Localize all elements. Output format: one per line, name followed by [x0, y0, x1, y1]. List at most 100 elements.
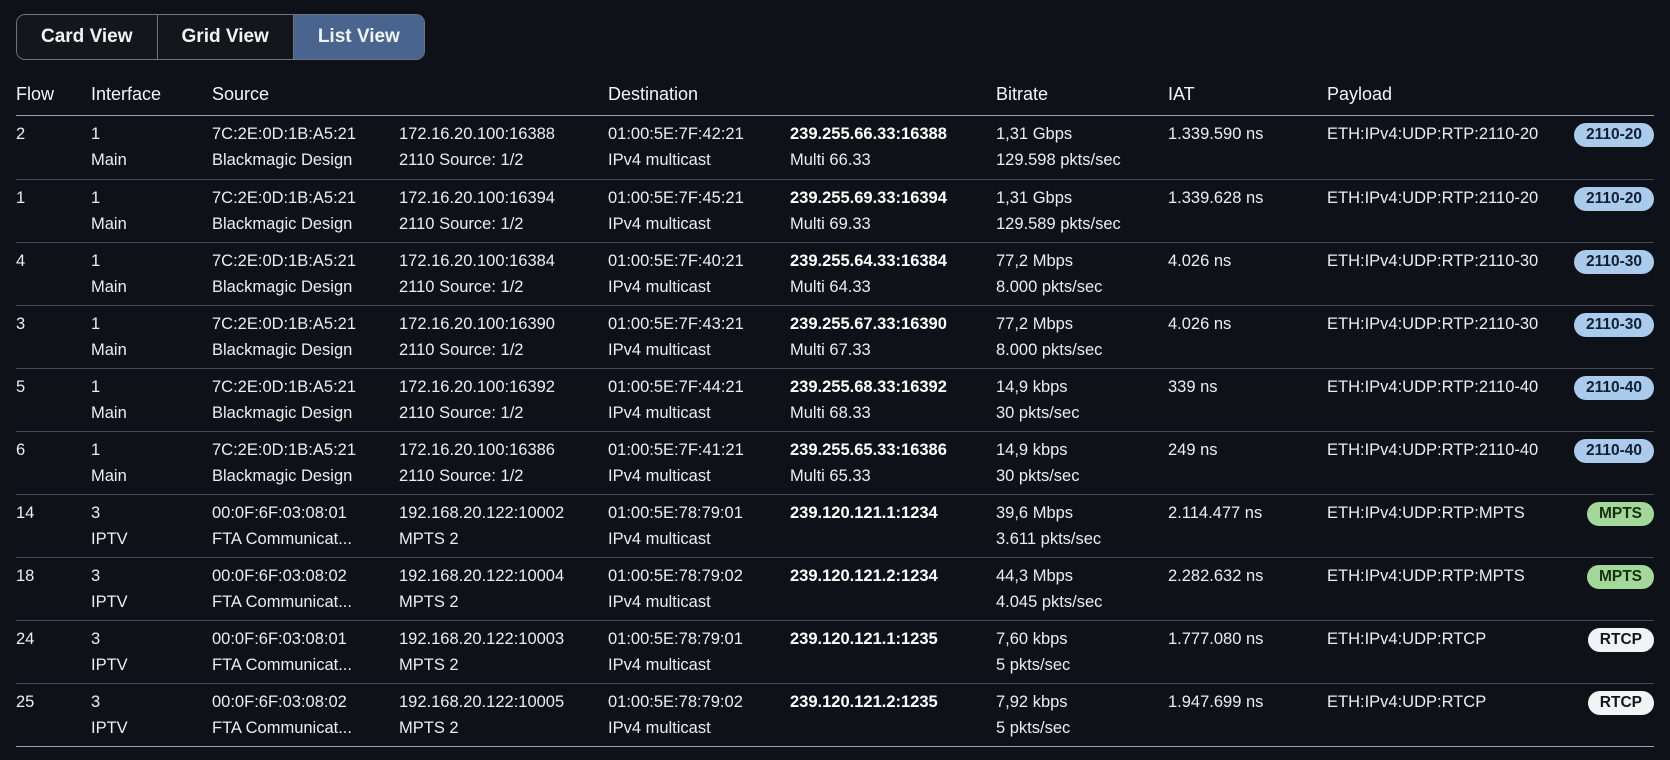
- column-header-payload: Payload: [1327, 84, 1570, 105]
- tab-card-view[interactable]: Card View: [17, 15, 157, 59]
- flow-row[interactable]: 14 3 IPTV 00:0F:6F:03:08:01 FTA Communic…: [16, 494, 1654, 557]
- cell-source-ip: 192.168.20.122:10003 MPTS 2: [399, 626, 608, 679]
- column-header-flow: Flow: [16, 84, 91, 105]
- cell-source-ip: 192.168.20.122:10004 MPTS 2: [399, 563, 608, 616]
- cell-source-ip: 172.16.20.100:16390 2110 Source: 1/2: [399, 311, 608, 364]
- cell-destination-ip: 239.255.66.33:16388 Multi 66.33: [790, 121, 996, 175]
- column-header-bitrate: Bitrate: [996, 84, 1168, 105]
- cell-interface: 1 Main: [91, 185, 212, 238]
- flow-row[interactable]: 25 3 IPTV 00:0F:6F:03:08:02 FTA Communic…: [16, 683, 1654, 746]
- cell-iat: 4.026 ns: [1168, 248, 1327, 301]
- cell-destination-mac: 01:00:5E:7F:41:21 IPv4 multicast: [608, 437, 790, 490]
- cell-payload: ETH:IPv4:UDP:RTP:2110-30: [1327, 311, 1570, 364]
- cell-source-ip: 172.16.20.100:16384 2110 Source: 1/2: [399, 248, 608, 301]
- cell-destination-mac: 01:00:5E:7F:44:21 IPv4 multicast: [608, 374, 790, 427]
- cell-destination-mac: 01:00:5E:78:79:02 IPv4 multicast: [608, 689, 790, 742]
- view-switcher: Card View Grid View List View: [16, 14, 425, 60]
- tab-list-view[interactable]: List View: [293, 15, 424, 59]
- cell-payload-badge: MPTS: [1570, 563, 1654, 616]
- cell-iat: 249 ns: [1168, 437, 1327, 490]
- cell-payload: ETH:IPv4:UDP:RTP:2110-30: [1327, 248, 1570, 301]
- cell-source-ip: 192.168.20.122:10005 MPTS 2: [399, 689, 608, 742]
- table-header-row: Flow Interface Source Destination Bitrat…: [16, 60, 1654, 116]
- payload-type-badge: 2110-40: [1574, 439, 1654, 463]
- cell-destination-ip: 239.255.65.33:16386 Multi 65.33: [790, 437, 996, 490]
- cell-flow-id: 24: [16, 626, 91, 679]
- cell-iat: 1.339.590 ns: [1168, 121, 1327, 175]
- cell-bitrate: 39,6 Mbps 3.611 pkts/sec: [996, 500, 1168, 553]
- cell-payload-badge: MPTS: [1570, 500, 1654, 553]
- payload-type-badge: 2110-20: [1574, 123, 1654, 147]
- flow-row[interactable]: 6 1 Main 7C:2E:0D:1B:A5:21 Blackmagic De…: [16, 431, 1654, 494]
- cell-payload: ETH:IPv4:UDP:RTCP: [1327, 626, 1570, 679]
- flow-row[interactable]: 4 1 Main 7C:2E:0D:1B:A5:21 Blackmagic De…: [16, 242, 1654, 305]
- flow-row[interactable]: 24 3 IPTV 00:0F:6F:03:08:01 FTA Communic…: [16, 620, 1654, 683]
- cell-flow-id: 3: [16, 311, 91, 364]
- cell-flow-id: 5: [16, 374, 91, 427]
- cell-payload-badge: RTCP: [1570, 626, 1654, 679]
- cell-source-ip: 172.16.20.100:16392 2110 Source: 1/2: [399, 374, 608, 427]
- cell-source-mac: 00:0F:6F:03:08:02 FTA Communicat...: [212, 563, 399, 616]
- cell-source-mac: 00:0F:6F:03:08:02 FTA Communicat...: [212, 689, 399, 742]
- tab-grid-view[interactable]: Grid View: [157, 15, 293, 59]
- cell-flow-id: 4: [16, 248, 91, 301]
- cell-destination-mac: 01:00:5E:78:79:01 IPv4 multicast: [608, 500, 790, 553]
- cell-iat: 1.947.699 ns: [1168, 689, 1327, 742]
- cell-interface: 1 Main: [91, 311, 212, 364]
- cell-interface: 3 IPTV: [91, 563, 212, 616]
- flow-row[interactable]: 5 1 Main 7C:2E:0D:1B:A5:21 Blackmagic De…: [16, 368, 1654, 431]
- cell-iat: 1.777.080 ns: [1168, 626, 1327, 679]
- flow-row[interactable]: 1 1 Main 7C:2E:0D:1B:A5:21 Blackmagic De…: [16, 179, 1654, 242]
- cell-source-mac: 7C:2E:0D:1B:A5:21 Blackmagic Design: [212, 121, 399, 175]
- payload-type-badge: MPTS: [1587, 565, 1654, 589]
- cell-interface: 3 IPTV: [91, 626, 212, 679]
- cell-payload-badge: 2110-20: [1570, 185, 1654, 238]
- cell-flow-id: 6: [16, 437, 91, 490]
- cell-source-mac: 7C:2E:0D:1B:A5:21 Blackmagic Design: [212, 374, 399, 427]
- cell-flow-id: 1: [16, 185, 91, 238]
- cell-source-ip: 172.16.20.100:16394 2110 Source: 1/2: [399, 185, 608, 238]
- cell-payload-badge: 2110-40: [1570, 437, 1654, 490]
- cell-payload-badge: 2110-30: [1570, 311, 1654, 364]
- cell-bitrate: 77,2 Mbps 8.000 pkts/sec: [996, 248, 1168, 301]
- cell-source-ip: 172.16.20.100:16388 2110 Source: 1/2: [399, 121, 608, 175]
- cell-destination-ip: 239.120.121.2:1235: [790, 689, 996, 742]
- cell-destination-mac: 01:00:5E:7F:42:21 IPv4 multicast: [608, 121, 790, 175]
- cell-interface: 1 Main: [91, 121, 212, 175]
- cell-payload-badge: 2110-40: [1570, 374, 1654, 427]
- cell-payload: ETH:IPv4:UDP:RTP:2110-40: [1327, 437, 1570, 490]
- column-header-destination: Destination: [608, 84, 790, 105]
- column-header-iat: IAT: [1168, 84, 1327, 105]
- flow-row[interactable]: 3 1 Main 7C:2E:0D:1B:A5:21 Blackmagic De…: [16, 305, 1654, 368]
- cell-payload-badge: 2110-20: [1570, 121, 1654, 175]
- cell-source-mac: 7C:2E:0D:1B:A5:21 Blackmagic Design: [212, 248, 399, 301]
- flow-row[interactable]: 2 1 Main 7C:2E:0D:1B:A5:21 Blackmagic De…: [16, 116, 1654, 179]
- column-header-spacer-1: [399, 84, 608, 105]
- cell-bitrate: 7,92 kbps 5 pkts/sec: [996, 689, 1168, 742]
- cell-payload: ETH:IPv4:UDP:RTP:MPTS: [1327, 563, 1570, 616]
- cell-destination-mac: 01:00:5E:78:79:02 IPv4 multicast: [608, 563, 790, 616]
- payload-type-badge: 2110-40: [1574, 376, 1654, 400]
- cell-source-mac: 00:0F:6F:03:08:01 FTA Communicat...: [212, 500, 399, 553]
- cell-destination-ip: 239.120.121.1:1234: [790, 500, 996, 553]
- cell-bitrate: 1,31 Gbps 129.589 pkts/sec: [996, 185, 1168, 238]
- column-header-spacer-2: [790, 84, 996, 105]
- cell-destination-mac: 01:00:5E:7F:40:21 IPv4 multicast: [608, 248, 790, 301]
- payload-type-badge: 2110-30: [1574, 250, 1654, 274]
- cell-interface: 1 Main: [91, 437, 212, 490]
- flow-row[interactable]: 18 3 IPTV 00:0F:6F:03:08:02 FTA Communic…: [16, 557, 1654, 620]
- cell-bitrate: 44,3 Mbps 4.045 pkts/sec: [996, 563, 1168, 616]
- cell-flow-id: 18: [16, 563, 91, 616]
- cell-flow-id: 2: [16, 121, 91, 175]
- cell-payload: ETH:IPv4:UDP:RTCP: [1327, 689, 1570, 742]
- cell-source-mac: 7C:2E:0D:1B:A5:21 Blackmagic Design: [212, 437, 399, 490]
- flow-table-body: 2 1 Main 7C:2E:0D:1B:A5:21 Blackmagic De…: [16, 116, 1654, 746]
- cell-destination-mac: 01:00:5E:78:79:01 IPv4 multicast: [608, 626, 790, 679]
- cell-interface: 1 Main: [91, 248, 212, 301]
- payload-type-badge: MPTS: [1587, 502, 1654, 526]
- cell-flow-id: 14: [16, 500, 91, 553]
- cell-bitrate: 7,60 kbps 5 pkts/sec: [996, 626, 1168, 679]
- cell-source-ip: 192.168.20.122:10002 MPTS 2: [399, 500, 608, 553]
- cell-iat: 339 ns: [1168, 374, 1327, 427]
- cell-destination-ip: 239.255.68.33:16392 Multi 68.33: [790, 374, 996, 427]
